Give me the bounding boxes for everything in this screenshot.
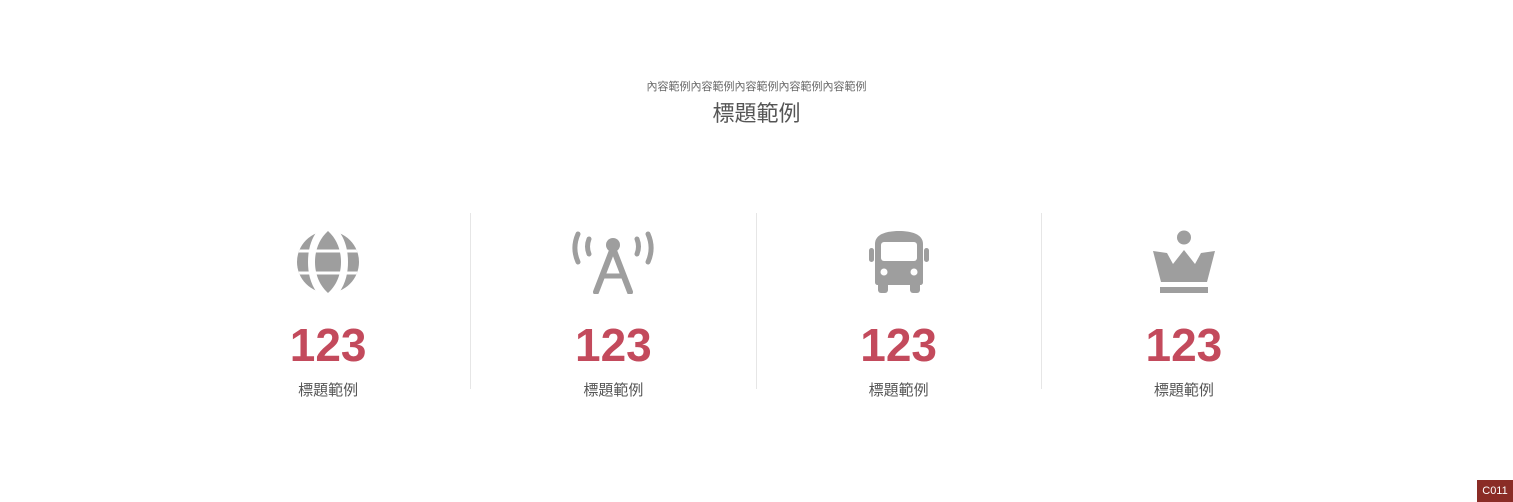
stat-item-globe: 123 標題範例 [186, 213, 470, 399]
stat-item-bus: 123 標題範例 [755, 213, 1041, 399]
antenna-icon [572, 230, 654, 294]
template-code-badge: C011 [1477, 480, 1513, 502]
stat-number: 123 [860, 319, 937, 371]
section-title: 標題範例 [712, 102, 801, 127]
globe-icon [296, 230, 360, 294]
crown-icon [1152, 230, 1216, 294]
bus-icon [867, 230, 931, 294]
stat-item-crown: 123 標題範例 [1040, 213, 1326, 399]
stat-number: 123 [575, 319, 652, 371]
stat-label: 標題範例 [868, 381, 929, 399]
stat-label: 標題範例 [298, 381, 359, 399]
stat-item-antenna: 123 標題範例 [470, 213, 755, 399]
stat-label: 標題範例 [1153, 381, 1214, 399]
stat-label: 標題範例 [583, 381, 644, 399]
stat-number: 123 [289, 319, 367, 371]
section-subtitle: 內容範例內容範例內容範例內容範例內容範例 [646, 80, 867, 93]
section-header: 內容範例內容範例內容範例內容範例內容範例 標題範例 [0, 78, 1513, 130]
stat-number: 123 [1145, 319, 1223, 371]
stats-row: 123 標題範例 123 標題範例 123 標題範例 123 標題範例 [186, 213, 1326, 399]
